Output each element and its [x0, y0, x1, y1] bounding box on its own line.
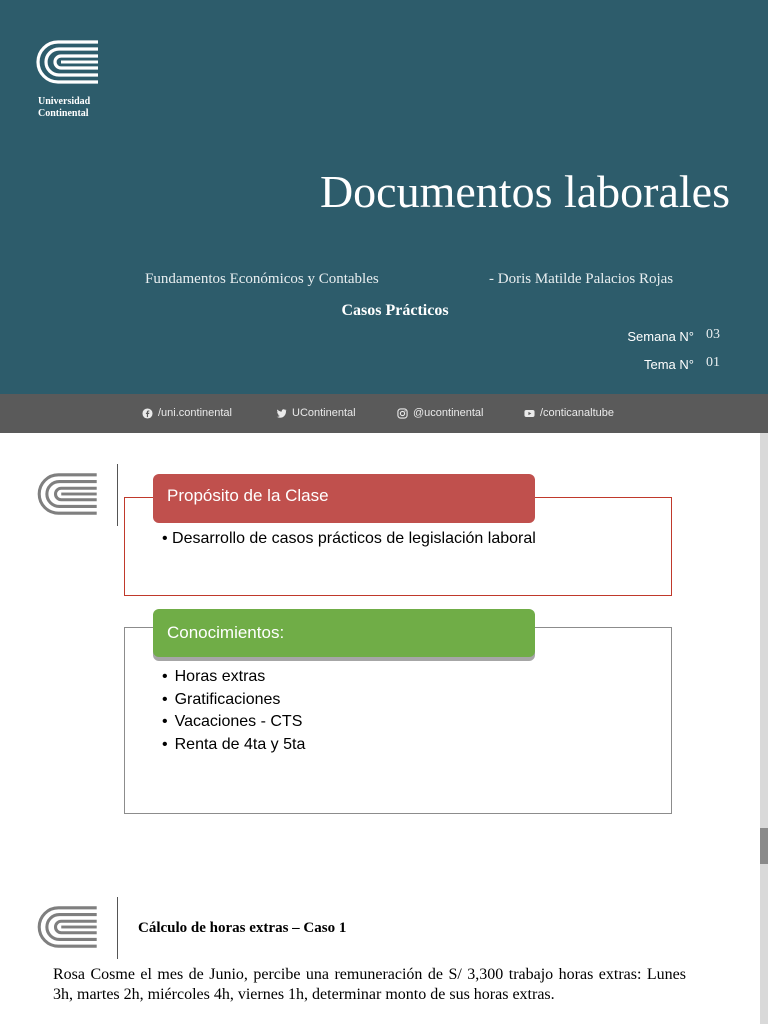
social-twitter-label: UContinental — [292, 407, 356, 419]
social-bar: /uni.continental UContinental @ucontinen… — [0, 394, 768, 433]
purpose-item-text: Desarrollo de casos prácticos de legisla… — [172, 530, 536, 547]
social-instagram-label: @ucontinental — [413, 407, 484, 419]
topic-value: 01 — [706, 355, 720, 370]
topic-number: Tema N° 01 — [644, 355, 720, 372]
course-name: Fundamentos Económicos y Contables — [145, 271, 379, 287]
list-item: Vacaciones - CTS — [162, 711, 305, 734]
social-youtube-label: /conticanaltube — [540, 407, 614, 419]
list-item: Renta de 4ta y 5ta — [162, 734, 306, 757]
purpose-item: • Desarrollo de casos prácticos de legis… — [162, 530, 536, 548]
logo-divider — [117, 464, 118, 526]
case-title: Cálculo de horas extras – Caso 1 — [138, 920, 347, 936]
twitter-icon — [276, 408, 287, 418]
purpose-header: Propósito de la Clase — [153, 474, 535, 523]
university-logo-icon — [36, 40, 98, 84]
presentation-title: Documentos laborales — [319, 166, 730, 217]
social-youtube[interactable]: /conticanaltube — [524, 407, 614, 419]
youtube-icon — [524, 409, 535, 417]
presentation-subtitle: Casos Prácticos — [341, 302, 449, 319]
list-item: Gratificaciones — [162, 689, 305, 712]
week-value: 03 — [706, 327, 720, 342]
knowledge-list: Horas extras Gratificaciones Vacaciones … — [162, 666, 306, 757]
week-number: Semana N° 03 — [627, 327, 720, 344]
university-name: Universidad Continental — [38, 96, 90, 120]
topic-label: Tema N° — [644, 357, 694, 372]
social-instagram[interactable]: @ucontinental — [397, 407, 484, 419]
social-twitter[interactable]: UContinental — [276, 407, 356, 419]
case-description: Rosa Cosme el mes de Junio, percibe una … — [53, 966, 686, 1003]
social-facebook-label: /uni.continental — [158, 407, 232, 419]
bullet-icon: • — [162, 530, 173, 547]
author-name: - Doris Matilde Palacios Rojas — [489, 271, 674, 287]
scrollbar-track[interactable] — [760, 433, 768, 1024]
scrollbar-thumb[interactable] — [760, 828, 768, 864]
week-label: Semana N° — [627, 329, 694, 344]
logo-divider — [117, 897, 118, 959]
university-logo-icon — [37, 473, 97, 515]
university-logo-icon — [37, 906, 97, 948]
university-name-line1: Universidad — [38, 96, 91, 107]
facebook-icon — [142, 407, 153, 419]
university-name-line2: Continental — [38, 108, 89, 119]
instagram-icon — [397, 407, 408, 419]
social-facebook[interactable]: /uni.continental — [142, 407, 232, 419]
list-item: Horas extras — [162, 666, 305, 689]
title-slide: Universidad Continental Documentos labor… — [0, 0, 768, 394]
knowledge-header: Conocimientos: — [153, 609, 535, 657]
